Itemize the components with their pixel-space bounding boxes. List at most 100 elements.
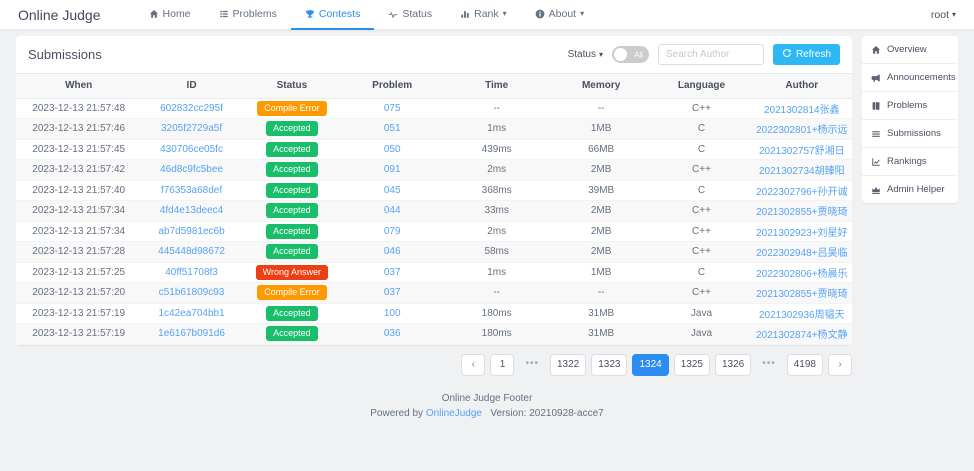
author-link[interactable]: 2021302874+杨文静 bbox=[756, 330, 847, 341]
cell-time: 368ms bbox=[442, 180, 551, 201]
author-link[interactable]: 2021302734胡臻阳 bbox=[759, 166, 845, 177]
nav-item-label: Problems bbox=[233, 8, 277, 20]
powered-by-text: Powered by bbox=[370, 408, 423, 419]
nav-item-label: Home bbox=[163, 8, 191, 20]
problem-link[interactable]: 091 bbox=[384, 164, 401, 175]
page-button-1325[interactable]: 1325 bbox=[674, 354, 710, 376]
ellipsis-pages: ••• bbox=[756, 354, 782, 376]
cell-time: 180ms bbox=[442, 324, 551, 345]
problem-link[interactable]: 044 bbox=[384, 205, 401, 216]
version-text: Version: 20210928-acce7 bbox=[490, 408, 603, 419]
author-link[interactable]: 2022302796+孙开诚 bbox=[756, 187, 847, 198]
nav-item-home[interactable]: Home bbox=[135, 0, 205, 30]
book-icon bbox=[871, 101, 881, 111]
cell-memory: 39MB bbox=[551, 180, 651, 201]
author-link[interactable]: 2021302855+贾晓琦 bbox=[756, 289, 847, 300]
page-button-1326[interactable]: 1326 bbox=[715, 354, 751, 376]
cell-when: 2023-12-13 21:57:20 bbox=[16, 283, 141, 304]
cell-status: Accepted bbox=[242, 221, 342, 242]
contest-sidebar: OverviewAnnouncements Problems Submissions… bbox=[862, 36, 958, 203]
submission-id-link[interactable]: 3205f2729a5f bbox=[161, 123, 222, 134]
author-link[interactable]: 2021302923+刘星好 bbox=[756, 228, 847, 239]
rank-icon bbox=[460, 9, 470, 19]
page-button-1324[interactable]: 1324 bbox=[632, 354, 668, 376]
panel-controls: Status ▾ All Refresh bbox=[568, 44, 840, 65]
table-row: 2023-12-13 21:57:191c42ea704bb1Accepted1… bbox=[16, 303, 852, 324]
column-header-problem: Problem bbox=[342, 74, 442, 98]
column-header-language: Language bbox=[651, 74, 751, 98]
problem-link[interactable]: 045 bbox=[384, 185, 401, 196]
problem-link[interactable]: 100 bbox=[384, 308, 401, 319]
submission-id-link[interactable]: 445448d98672 bbox=[158, 246, 225, 257]
cell-problem: 100 bbox=[342, 303, 442, 324]
submission-id-link[interactable]: c51b61809c93 bbox=[159, 287, 225, 298]
page-button-1[interactable]: 1 bbox=[490, 354, 514, 376]
problem-link[interactable]: 037 bbox=[384, 287, 401, 298]
status-filter-dropdown[interactable]: Status ▾ bbox=[568, 49, 603, 60]
nav-item-problems[interactable]: Problems bbox=[205, 0, 291, 30]
problem-link[interactable]: 075 bbox=[384, 103, 401, 114]
user-menu[interactable]: root ▾ bbox=[931, 9, 956, 21]
next-page-button[interactable]: › bbox=[828, 354, 852, 376]
cell-status: Compile Error bbox=[242, 98, 342, 119]
nav-item-contests[interactable]: Contests bbox=[291, 0, 374, 30]
submission-id-link[interactable]: 602832cc295f bbox=[160, 103, 223, 114]
cell-language: Java bbox=[651, 324, 751, 345]
submission-id-link[interactable]: 40ff51708f3 bbox=[165, 267, 218, 278]
problem-link[interactable]: 051 bbox=[384, 123, 401, 134]
submission-id-link[interactable]: f76353a68def bbox=[161, 185, 222, 196]
search-author-input[interactable] bbox=[658, 44, 764, 65]
chart-icon bbox=[871, 157, 881, 167]
author-link[interactable]: 2021302757舒湘日 bbox=[759, 146, 845, 157]
page-button-4198[interactable]: 4198 bbox=[787, 354, 823, 376]
cell-status: Accepted bbox=[242, 324, 342, 345]
cell-problem: 045 bbox=[342, 180, 442, 201]
sidebar-item-announcements[interactable]: Announcements bbox=[862, 64, 958, 92]
author-link[interactable]: 2021302855+贾晓琦 bbox=[756, 207, 847, 218]
sidebar-item-rankings[interactable]: Rankings bbox=[862, 148, 958, 176]
column-header-when: When bbox=[16, 74, 141, 98]
sidebar-item-problems[interactable]: Problems bbox=[862, 92, 958, 120]
problem-link[interactable]: 046 bbox=[384, 246, 401, 257]
table-row: 2023-12-13 21:57:48602832cc295fCompile E… bbox=[16, 98, 852, 119]
nav-item-status[interactable]: Status bbox=[374, 0, 446, 30]
page-button-1322[interactable]: 1322 bbox=[550, 354, 586, 376]
author-link[interactable]: 2021302936周韫天 bbox=[759, 310, 845, 321]
sidebar-item-label: Problems bbox=[887, 100, 927, 111]
status-badge: Compile Error bbox=[257, 285, 327, 300]
problem-link[interactable]: 050 bbox=[384, 144, 401, 155]
nav-item-about[interactable]: About▾ bbox=[521, 0, 598, 30]
author-link[interactable]: 2022302806+杨晨乐 bbox=[756, 269, 847, 280]
app-brand[interactable]: Online Judge bbox=[18, 7, 101, 23]
sidebar-item-admin-helper[interactable]: Admin Helper bbox=[862, 176, 958, 203]
nav-item-rank[interactable]: Rank▾ bbox=[446, 0, 521, 30]
sidebar-item-submissions[interactable]: Submissions bbox=[862, 120, 958, 148]
refresh-label: Refresh bbox=[796, 49, 831, 60]
status-badge: Accepted bbox=[266, 162, 318, 177]
problem-link[interactable]: 036 bbox=[384, 328, 401, 339]
author-link[interactable]: 2021302814张鑫 bbox=[764, 105, 840, 116]
submission-id-link[interactable]: 46d8c9fc5bee bbox=[160, 164, 223, 175]
cell-when: 2023-12-13 21:57:25 bbox=[16, 262, 141, 283]
nav-menu: Home Problems ContestsStatusRank▾About▾ bbox=[135, 0, 599, 30]
author-link[interactable]: 2022302801+杨示远 bbox=[756, 125, 847, 136]
prev-page-button[interactable]: ‹ bbox=[461, 354, 485, 376]
submission-id-link[interactable]: 1e6167b091d6 bbox=[158, 328, 225, 339]
list-icon bbox=[871, 129, 881, 139]
column-header-status: Status bbox=[242, 74, 342, 98]
refresh-button[interactable]: Refresh bbox=[773, 44, 840, 65]
chevron-down-icon: ▾ bbox=[952, 11, 956, 19]
all-mine-toggle[interactable]: All bbox=[612, 46, 649, 63]
problem-link[interactable]: 037 bbox=[384, 267, 401, 278]
submission-id-link[interactable]: 1c42ea704bb1 bbox=[158, 308, 224, 319]
problem-link[interactable]: 079 bbox=[384, 226, 401, 237]
sidebar-item-overview[interactable]: Overview bbox=[862, 36, 958, 64]
powered-by-link[interactable]: OnlineJudge bbox=[426, 408, 482, 419]
submission-id-link[interactable]: 430706ce05fc bbox=[160, 144, 223, 155]
author-link[interactable]: 2022302948+吕昊临 bbox=[756, 248, 847, 259]
submission-id-link[interactable]: 4fd4e13deec4 bbox=[160, 205, 223, 216]
submission-id-link[interactable]: ab7d5981ec6b bbox=[158, 226, 224, 237]
page-button-1323[interactable]: 1323 bbox=[591, 354, 627, 376]
cell-language: C bbox=[651, 262, 751, 283]
cell-memory: 31MB bbox=[551, 324, 651, 345]
